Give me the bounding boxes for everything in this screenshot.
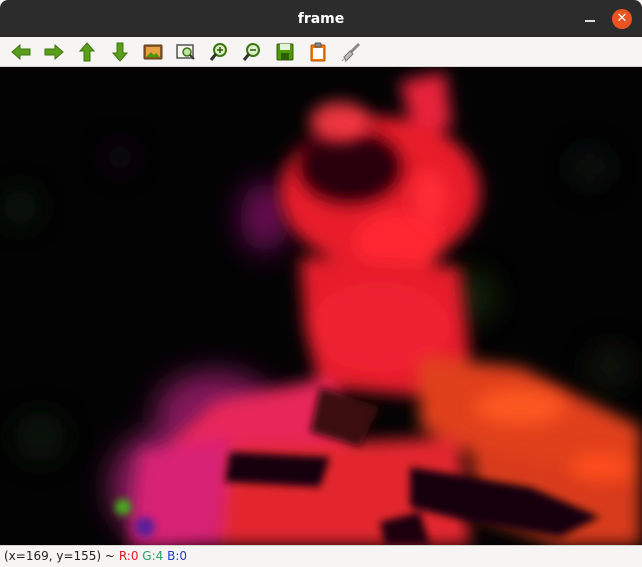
window-title: frame [297, 11, 345, 27]
copy-button[interactable] [306, 40, 330, 64]
close-icon: ✕ [616, 11, 628, 26]
image-canvas[interactable] [0, 67, 642, 545]
arrow-left-icon [11, 43, 31, 61]
properties-button[interactable] [339, 40, 363, 64]
image-icon [143, 44, 163, 60]
brush-icon [341, 42, 361, 63]
pan-right-button[interactable] [42, 40, 66, 64]
status-coordinates: (x=169, y=155) ~ [4, 549, 115, 563]
minimize-button[interactable] [585, 20, 595, 22]
zoom-out-button[interactable] [240, 40, 264, 64]
clipboard-icon [310, 42, 326, 62]
status-bar: (x=169, y=155) ~ R:0 G:4 B:0 [0, 545, 642, 567]
title-bar[interactable]: frame ✕ [0, 0, 642, 37]
pan-down-button[interactable] [108, 40, 132, 64]
zoom-original-button[interactable] [141, 40, 165, 64]
status-red-value: R:0 [118, 549, 139, 563]
status-green-value: G:4 [142, 549, 164, 563]
status-blue-value: B:0 [167, 549, 188, 563]
arrow-down-icon [111, 42, 129, 62]
zoom-out-icon [242, 43, 260, 61]
save-button[interactable] [273, 40, 297, 64]
zoom-in-icon [209, 43, 227, 61]
frame-image [0, 67, 642, 545]
zoom-fit-button[interactable] [174, 40, 198, 64]
arrow-up-icon [78, 42, 96, 62]
zoom-in-button[interactable] [207, 40, 231, 64]
pan-up-button[interactable] [75, 40, 99, 64]
zoom-fit-icon [176, 44, 195, 60]
app-window: frame ✕ (x=169, y=155) ~ R:0 G:4 B:0 [0, 0, 642, 567]
close-button[interactable]: ✕ [612, 9, 632, 29]
save-icon [276, 43, 294, 61]
pan-left-button[interactable] [9, 40, 33, 64]
arrow-right-icon [44, 43, 64, 61]
toolbar [0, 37, 642, 67]
